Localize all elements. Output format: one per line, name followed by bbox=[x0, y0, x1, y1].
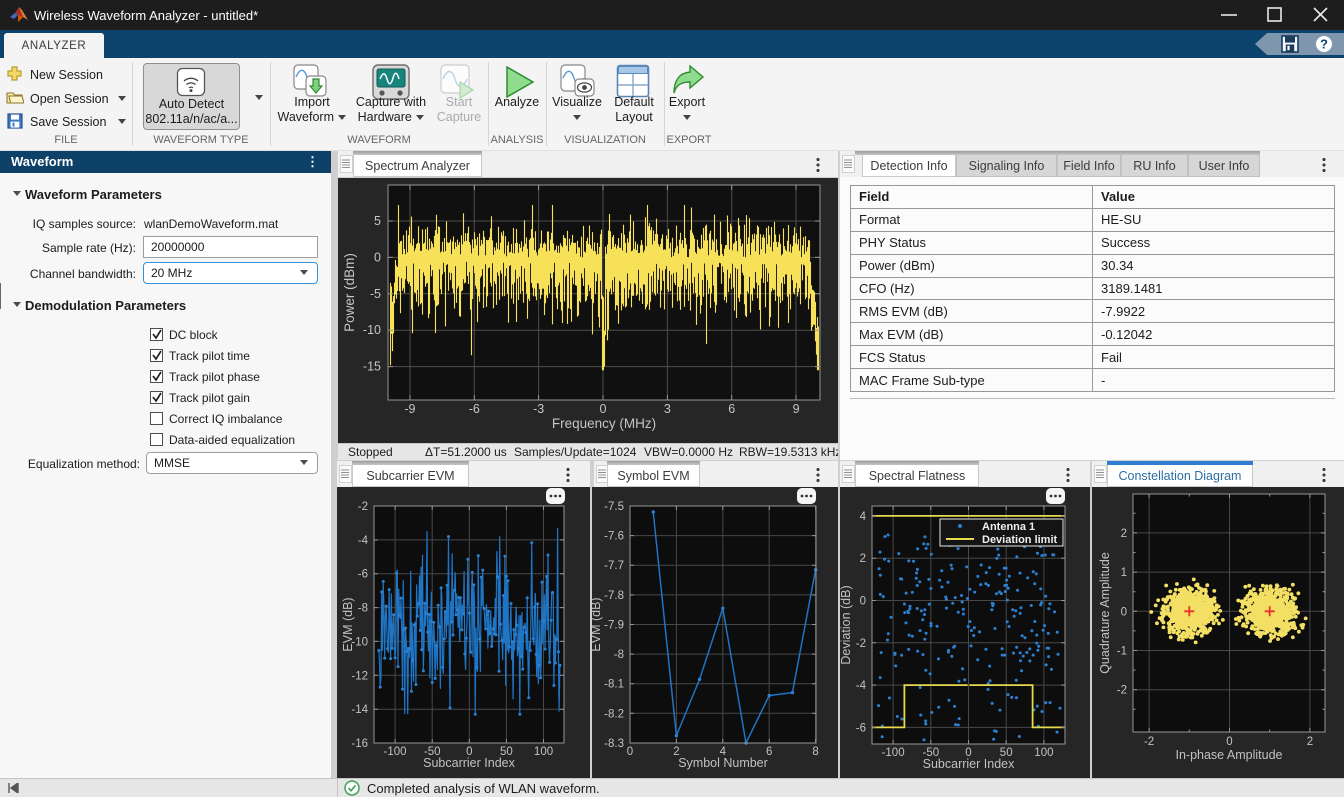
svg-text:2: 2 bbox=[1307, 736, 1313, 748]
svg-text:-8.3: -8.3 bbox=[604, 738, 624, 750]
svg-text:?: ? bbox=[1320, 37, 1328, 52]
svg-text:-5: -5 bbox=[370, 287, 381, 301]
svg-text:-14: -14 bbox=[351, 704, 368, 716]
svg-text:Subcarrier Index: Subcarrier Index bbox=[923, 757, 1015, 771]
svg-text:-7.7: -7.7 bbox=[604, 560, 624, 572]
svg-text:-6: -6 bbox=[856, 722, 866, 734]
svg-text:Subcarrier Index: Subcarrier Index bbox=[423, 756, 515, 770]
svg-text:0: 0 bbox=[1121, 606, 1127, 618]
svg-text:-7.5: -7.5 bbox=[604, 501, 624, 513]
svg-text:0: 0 bbox=[600, 402, 607, 416]
svg-text:-8: -8 bbox=[358, 603, 368, 615]
svg-text:In-phase Amplitude: In-phase Amplitude bbox=[1175, 748, 1282, 762]
svg-text:1: 1 bbox=[1121, 567, 1127, 579]
svg-text:-3: -3 bbox=[533, 402, 544, 416]
svg-text:100: 100 bbox=[534, 746, 553, 758]
svg-text:5: 5 bbox=[374, 214, 381, 228]
svg-text:-2: -2 bbox=[358, 501, 368, 513]
svg-text:-8.2: -8.2 bbox=[604, 708, 624, 720]
svg-text:EVM (dB): EVM (dB) bbox=[341, 597, 355, 651]
svg-text:0: 0 bbox=[374, 250, 381, 264]
svg-text:-2: -2 bbox=[1144, 736, 1154, 748]
svg-text:Antenna 1: Antenna 1 bbox=[982, 521, 1035, 533]
svg-text:-7.9: -7.9 bbox=[604, 619, 624, 631]
svg-text:3: 3 bbox=[664, 402, 671, 416]
svg-text:-12: -12 bbox=[351, 670, 368, 682]
svg-text:-16: -16 bbox=[351, 738, 368, 750]
svg-text:2: 2 bbox=[860, 553, 866, 565]
svg-text:2: 2 bbox=[1121, 528, 1127, 540]
svg-text:100: 100 bbox=[1034, 747, 1053, 759]
svg-text:-10: -10 bbox=[363, 323, 381, 337]
svg-text:8: 8 bbox=[812, 746, 818, 758]
svg-text:-100: -100 bbox=[384, 746, 407, 758]
svg-text:9: 9 bbox=[793, 402, 800, 416]
svg-text:EVM (dB): EVM (dB) bbox=[592, 597, 603, 651]
svg-text:0: 0 bbox=[1226, 736, 1232, 748]
svg-text:4: 4 bbox=[860, 511, 867, 523]
svg-text:-100: -100 bbox=[882, 747, 905, 759]
svg-text:-1: -1 bbox=[1117, 646, 1127, 658]
svg-text:Symbol Number: Symbol Number bbox=[678, 756, 768, 770]
svg-text:Frequency (MHz): Frequency (MHz) bbox=[552, 416, 656, 431]
svg-text:-8.1: -8.1 bbox=[604, 679, 624, 691]
svg-text:-4: -4 bbox=[358, 535, 369, 547]
svg-text:-6: -6 bbox=[469, 402, 480, 416]
svg-text:-2: -2 bbox=[1117, 685, 1127, 697]
svg-text:-7.8: -7.8 bbox=[604, 590, 624, 602]
svg-text:-15: -15 bbox=[363, 360, 381, 374]
svg-text:-9: -9 bbox=[404, 402, 415, 416]
svg-text:Power (dBm): Power (dBm) bbox=[342, 253, 357, 332]
svg-text:-2: -2 bbox=[856, 638, 866, 650]
svg-text:Quadrature Amplitude: Quadrature Amplitude bbox=[1098, 552, 1112, 674]
svg-text:Deviation limit: Deviation limit bbox=[982, 534, 1058, 546]
svg-text:Deviation (dB): Deviation (dB) bbox=[840, 585, 853, 664]
svg-text:0: 0 bbox=[860, 596, 866, 608]
svg-text:0: 0 bbox=[627, 746, 633, 758]
svg-text:-4: -4 bbox=[856, 680, 867, 692]
svg-text:6: 6 bbox=[728, 402, 735, 416]
svg-text:-8: -8 bbox=[614, 649, 624, 661]
svg-text:-6: -6 bbox=[358, 569, 368, 581]
svg-text:-7.6: -7.6 bbox=[604, 531, 624, 543]
